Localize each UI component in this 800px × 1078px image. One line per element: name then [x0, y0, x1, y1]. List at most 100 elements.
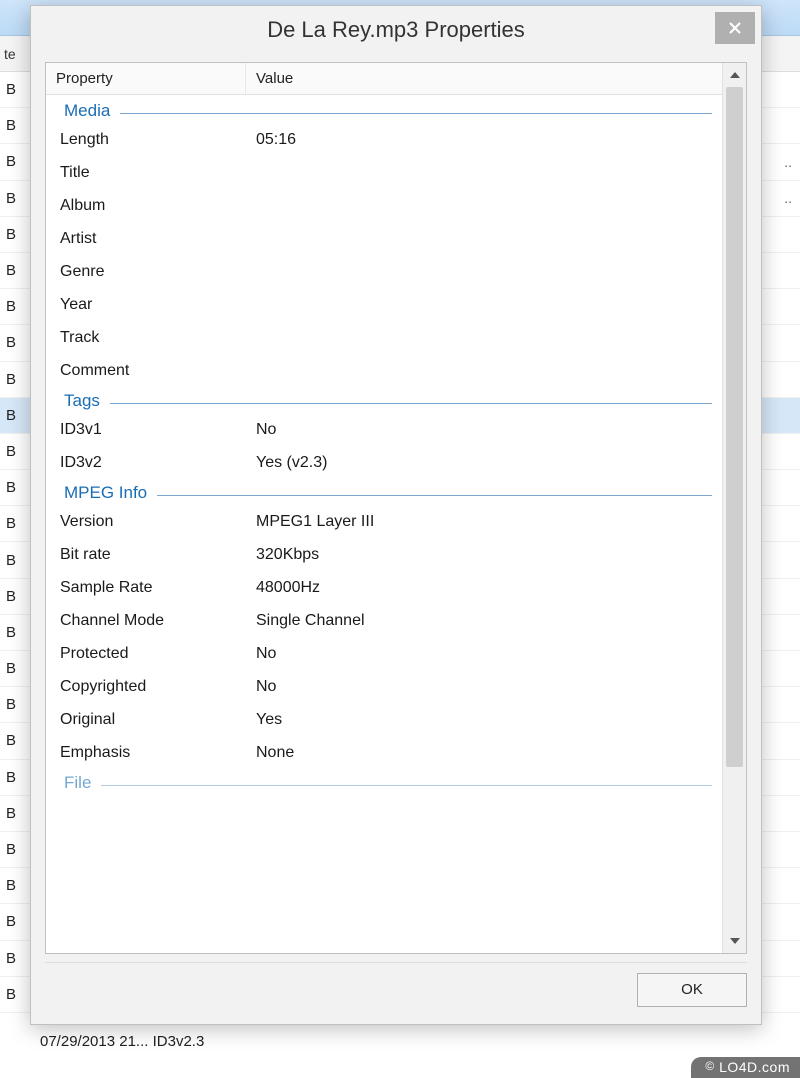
property-rows: MediaLength05:16TitleAlbumArtistGenreYea…: [46, 95, 722, 797]
property-row[interactable]: Album: [46, 189, 722, 222]
property-name: Artist: [46, 230, 256, 248]
list-item-label: B: [6, 877, 16, 894]
property-row[interactable]: Title: [46, 156, 722, 189]
property-name: Original: [46, 711, 256, 729]
property-row[interactable]: CopyrightedNo: [46, 670, 722, 703]
property-row[interactable]: Year: [46, 288, 722, 321]
column-header-property[interactable]: Property: [46, 63, 246, 94]
column-header-value[interactable]: Value: [246, 63, 722, 94]
property-value: No: [256, 421, 722, 439]
vertical-scrollbar[interactable]: [722, 63, 746, 953]
dialog-titlebar[interactable]: De La Rey.mp3 Properties: [31, 6, 761, 54]
property-row[interactable]: ID3v1No: [46, 413, 722, 446]
property-value: Single Channel: [256, 612, 722, 630]
section-line: [157, 495, 712, 496]
property-name: Comment: [46, 362, 256, 380]
list-item-label: B: [6, 515, 16, 532]
watermark-text: LO4D.com: [719, 1059, 790, 1075]
list-item-label: B: [6, 732, 16, 749]
section-header: MPEG Info: [46, 479, 722, 505]
list-item-label: B: [6, 334, 16, 351]
list-item-label: B: [6, 298, 16, 315]
property-row[interactable]: Artist: [46, 222, 722, 255]
property-name: Copyrighted: [46, 678, 256, 696]
list-item-label: B: [6, 950, 16, 967]
list-item-label: B: [6, 986, 16, 1003]
list-item-label: B: [6, 588, 16, 605]
property-row[interactable]: Length05:16: [46, 123, 722, 156]
list-item-label: B: [6, 552, 16, 569]
watermark: © LO4D.com: [691, 1057, 800, 1078]
scroll-thumb[interactable]: [726, 87, 743, 767]
property-name: ID3v2: [46, 454, 256, 472]
copyright-symbol: ©: [705, 1059, 714, 1073]
property-value: Yes (v2.3): [256, 454, 722, 472]
section-header: File: [46, 769, 722, 795]
close-icon: [728, 21, 742, 35]
property-name: Protected: [46, 645, 256, 663]
scroll-up-button[interactable]: [723, 63, 747, 87]
properties-dialog: De La Rey.mp3 Properties Property Value …: [30, 5, 762, 1025]
section-line: [120, 113, 712, 114]
list-item-label: B: [6, 190, 16, 207]
list-column-headers[interactable]: Property Value: [46, 63, 722, 95]
list-item-label: B: [6, 841, 16, 858]
property-name: Length: [46, 131, 256, 149]
dialog-title: De La Rey.mp3 Properties: [267, 17, 525, 43]
list-item-label: B: [6, 371, 16, 388]
property-value: None: [256, 744, 722, 762]
list-item-label: B: [6, 805, 16, 822]
property-row[interactable]: Sample Rate48000Hz: [46, 571, 722, 604]
list-item-label: B: [6, 407, 16, 424]
property-name: Emphasis: [46, 744, 256, 762]
property-value: Yes: [256, 711, 722, 729]
scroll-down-button[interactable]: [723, 929, 747, 953]
list-item-label: B: [6, 769, 16, 786]
property-name: Album: [46, 197, 256, 215]
properties-list-container: Property Value MediaLength05:16TitleAlbu…: [45, 62, 747, 954]
property-value: 48000Hz: [256, 579, 722, 597]
list-item-label: B: [6, 153, 16, 170]
section-header: Media: [46, 97, 722, 123]
property-value: 05:16: [256, 131, 722, 149]
property-name: Channel Mode: [46, 612, 256, 630]
list-item-label: B: [6, 81, 16, 98]
close-button[interactable]: [715, 12, 755, 44]
property-row[interactable]: ProtectedNo: [46, 637, 722, 670]
chevron-up-icon: [730, 72, 740, 78]
property-name: Title: [46, 164, 256, 182]
property-row[interactable]: OriginalYes: [46, 703, 722, 736]
property-value: No: [256, 678, 722, 696]
scroll-track[interactable]: [723, 87, 746, 929]
list-item-label: B: [6, 443, 16, 460]
property-row[interactable]: Track: [46, 321, 722, 354]
section-line: [101, 785, 712, 786]
list-item-label: B: [6, 479, 16, 496]
property-row[interactable]: EmphasisNone: [46, 736, 722, 769]
property-row[interactable]: Channel ModeSingle Channel: [46, 604, 722, 637]
list-item-label: B: [6, 117, 16, 134]
list-item-label: B: [6, 262, 16, 279]
property-row[interactable]: Comment: [46, 354, 722, 387]
list-item-label: B: [6, 226, 16, 243]
property-name: Year: [46, 296, 256, 314]
property-name: Bit rate: [46, 546, 256, 564]
list-item-label: B: [6, 913, 16, 930]
property-row[interactable]: ID3v2Yes (v2.3): [46, 446, 722, 479]
section-label: Media: [64, 101, 120, 121]
list-item-right: ..: [784, 190, 792, 206]
dialog-body: Property Value MediaLength05:16TitleAlbu…: [31, 54, 761, 1024]
property-row[interactable]: VersionMPEG1 Layer III: [46, 505, 722, 538]
property-name: ID3v1: [46, 421, 256, 439]
list-item-label: B: [6, 660, 16, 677]
ok-button[interactable]: OK: [637, 973, 747, 1007]
background-status-text: 07/29/2013 21... ID3v2.3: [40, 1033, 204, 1050]
property-row[interactable]: Genre: [46, 255, 722, 288]
list-item-label: B: [6, 624, 16, 641]
list-item-label: B: [6, 696, 16, 713]
section-line: [110, 403, 712, 404]
chevron-down-icon: [730, 938, 740, 944]
property-value: No: [256, 645, 722, 663]
section-label: File: [64, 773, 101, 793]
property-row[interactable]: Bit rate320Kbps: [46, 538, 722, 571]
